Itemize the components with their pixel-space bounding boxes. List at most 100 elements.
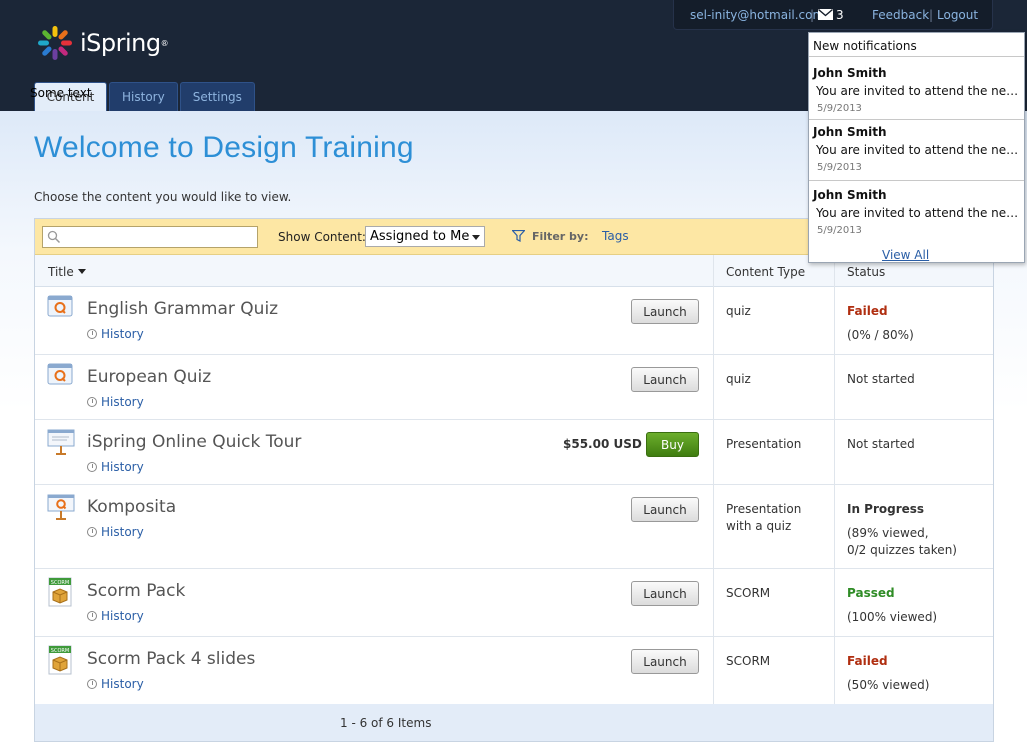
buy-button[interactable]: Buy [646,432,699,457]
status-text: Failed [847,654,888,668]
history-link[interactable]: History [87,327,144,341]
notification-text: You are invited to attend the new ... [816,206,1022,220]
clock-icon [87,329,97,339]
clock-icon [87,527,97,537]
status-detail: (89% viewed, 0/2 quizzes taken) [847,525,957,559]
table-row: European Quiz History Launch quiz Not st… [35,355,993,420]
notification-item[interactable]: John Smith You are invited to attend the… [809,119,1024,180]
clock-icon [87,679,97,689]
feedback-link[interactable]: Feedback [872,8,929,22]
notification-sender: John Smith [813,66,887,80]
table-row: SCORM Scorm Pack History Launch SCORM Pa… [35,569,993,637]
clock-icon [87,611,97,621]
show-content-select[interactable]: Assigned to Me [365,226,485,247]
launch-button[interactable]: Launch [631,581,699,606]
presentation-quiz-icon [47,493,75,524]
topbar-separator: | [810,8,815,22]
table-row: Komposita History Launch Presentation wi… [35,485,993,569]
notification-sender: John Smith [813,125,887,139]
notification-item[interactable]: John Smith You are invited to attend the… [809,56,1024,117]
tab-overlay-text: Some text [30,86,92,100]
view-all-notifications-link[interactable]: View All [882,248,929,262]
clock-icon [87,397,97,407]
launch-button[interactable]: Launch [631,367,699,392]
status-text: Passed [847,586,895,600]
row-title[interactable]: iSpring Online Quick Tour [87,432,301,452]
column-title[interactable]: Title [48,265,86,279]
scorm-icon: SCORM [47,645,73,678]
user-email-link[interactable]: sel-inity@hotmail.com [690,8,824,22]
search-input[interactable] [63,229,253,245]
history-link[interactable]: History [87,677,144,691]
notification-date: 5/9/2013 [817,225,862,236]
notifications-popup: New notifications John Smith You are inv… [808,32,1025,263]
status-text: In Progress [847,502,925,516]
column-content-type[interactable]: Content Type [726,265,805,279]
row-title[interactable]: Scorm Pack 4 slides [87,649,255,669]
table-row: English Grammar Quiz History Launch quiz… [35,287,993,355]
svg-text:SCORM: SCORM [51,648,69,654]
page-subtitle: Choose the content you would like to vie… [34,190,292,204]
table-row: iSpring Online Quick Tour History $55.00… [35,420,993,485]
show-content-value: Assigned to Me [370,229,470,244]
history-link[interactable]: History [87,609,144,623]
clock-icon [87,462,97,472]
column-title-label: Title [48,265,74,279]
notification-item[interactable]: John Smith You are invited to attend the… [809,180,1024,244]
launch-button[interactable]: Launch [631,497,699,522]
row-title[interactable]: European Quiz [87,367,211,387]
notification-date: 5/9/2013 [817,162,862,173]
quiz-icon [47,363,73,390]
history-link[interactable]: History [87,460,144,474]
launch-button[interactable]: Launch [631,649,699,674]
history-link[interactable]: History [87,525,144,539]
tab-settings[interactable]: Settings [179,82,255,111]
mail-icon[interactable] [818,8,833,23]
status-detail: (50% viewed) [847,678,930,692]
content-panel: Show Content: Assigned to Me Filter by: … [34,218,994,742]
mail-count[interactable]: 3 [836,8,844,22]
ispring-logo-icon [38,26,72,60]
history-label: History [101,677,144,691]
launch-button[interactable]: Launch [631,299,699,324]
row-title[interactable]: English Grammar Quiz [87,299,278,319]
status-detail: (0% / 80%) [847,328,914,342]
logo[interactable]: iSpring ® [36,24,169,62]
presentation-icon [47,428,75,459]
notification-sender: John Smith [813,188,887,202]
tab-history[interactable]: History [109,82,178,111]
svg-text:SCORM: SCORM [51,580,69,586]
row-title[interactable]: Scorm Pack [87,581,185,601]
scorm-icon: SCORM [47,577,73,610]
page-title: Welcome to Design Training [34,131,414,164]
content-type: Presentation [726,437,802,451]
history-label: History [101,395,144,409]
row-title[interactable]: Komposita [87,497,176,517]
chevron-down-icon [472,235,480,240]
topbar-separator-2: | [929,8,934,22]
status-detail: (100% viewed) [847,610,938,624]
column-status[interactable]: Status [847,265,885,279]
content-type: quiz [726,304,751,318]
tags-link[interactable]: Tags [602,229,629,243]
search-icon [47,230,61,247]
brand-name: iSpring [80,29,161,57]
sort-down-icon [77,269,86,274]
history-link[interactable]: History [87,395,144,409]
quiz-icon [47,295,73,322]
logout-link[interactable]: Logout [937,8,978,22]
show-content-label: Show Content: [278,230,366,244]
notifications-header: New notifications [813,39,917,53]
history-label: History [101,460,144,474]
table-footer: 1 - 6 of 6 Items [35,704,993,741]
search-box[interactable] [42,226,258,248]
filter-by-label: Filter by: [532,230,589,243]
history-label: History [101,609,144,623]
notification-text: You are invited to attend the new ... [816,143,1022,157]
table-row: SCORM Scorm Pack 4 slides History Launch… [35,637,993,704]
history-label: History [101,525,144,539]
filter-icon [511,229,526,245]
notification-date: 5/9/2013 [817,103,862,114]
content-type: Presentation with a quiz [726,502,802,533]
history-label: History [101,327,144,341]
